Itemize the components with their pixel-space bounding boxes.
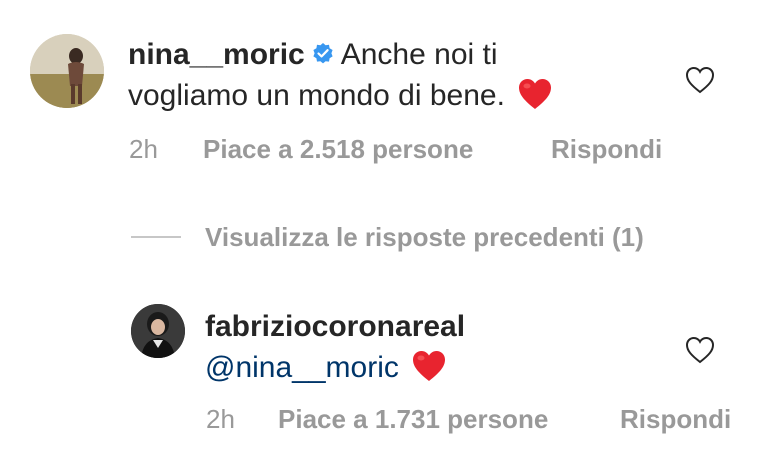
like-heart-icon[interactable] — [685, 336, 715, 364]
comment-time: 2h — [206, 404, 235, 434]
mention-link[interactable]: @nina__moric — [205, 351, 399, 384]
comment-username[interactable]: fabriziocoronareal — [205, 310, 465, 343]
avatar-image — [30, 34, 104, 108]
comment-text: fabriziocoronareal @nina__moric — [205, 306, 685, 388]
avatar[interactable] — [131, 304, 185, 358]
like-heart-icon[interactable] — [685, 66, 715, 94]
reply-button[interactable]: Rispondi — [551, 134, 662, 165]
avatar-image — [131, 304, 185, 358]
replies-divider-line — [131, 236, 181, 238]
view-replies-label[interactable]: Visualizza le risposte precedenti (1) — [205, 222, 644, 253]
reply-button[interactable]: Rispondi — [620, 404, 731, 435]
avatar[interactable] — [30, 34, 104, 108]
comment-text-line1: Anche noi ti — [340, 38, 498, 71]
heart-emoji-icon — [519, 79, 552, 109]
comment-likes[interactable]: Piace a 1.731 persone — [278, 404, 548, 435]
comment-text: nina__moric Anche noi ti vogliamo un mond… — [128, 34, 688, 116]
verified-badge-icon — [313, 43, 333, 64]
comment-likes[interactable]: Piace a 2.518 persone — [203, 134, 473, 165]
heart-emoji-icon — [413, 351, 446, 381]
comment-text-line2: vogliamo un mondo di bene. — [128, 79, 505, 112]
comment-time: 2h — [129, 134, 158, 164]
comment-username[interactable]: nina__moric — [128, 38, 305, 71]
